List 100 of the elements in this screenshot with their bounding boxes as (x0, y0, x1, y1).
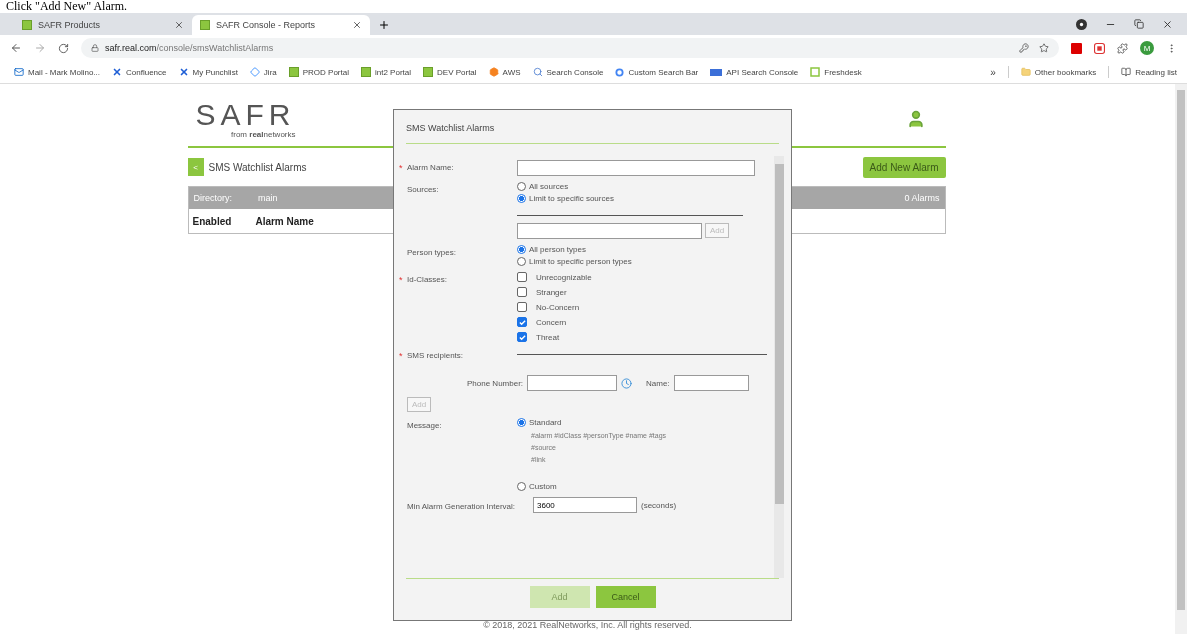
unit-label: (seconds) (641, 500, 677, 510)
profile-avatar[interactable]: M (1140, 41, 1154, 55)
dialog-title: SMS Watchlist Alarms (406, 110, 779, 144)
checkbox[interactable] (517, 272, 527, 282)
radio-button[interactable] (517, 482, 526, 491)
bookmark[interactable]: int2 Portal (361, 67, 411, 77)
bookmark[interactable]: Custom Search Bar (615, 67, 699, 77)
address-bar[interactable]: safr.real.com/console/smsWatchlistAlarms (81, 38, 1059, 58)
mail-icon (14, 67, 24, 77)
search-icon (532, 67, 543, 77)
lock-icon (91, 44, 99, 52)
add-new-alarm-button[interactable]: Add New Alarm (862, 156, 946, 178)
required-mark: * (399, 275, 404, 285)
column-header: Enabled (192, 215, 232, 227)
field-label: Min Alarm Generation Interval: (407, 502, 516, 511)
interval-field[interactable]: 3600 (533, 497, 637, 513)
checkbox[interactable] (517, 332, 527, 342)
copyright-text: © 2018, 2021 RealNetworks, Inc. All rights reserved. (483, 620, 692, 630)
star-icon[interactable] (1039, 43, 1049, 53)
field-label: Person types: (407, 248, 456, 257)
bookmark[interactable]: DEV Portal (423, 67, 477, 77)
favicon-icon (200, 20, 210, 30)
bookmark[interactable]: PROD Portal (288, 67, 349, 77)
field-label: Sources: (407, 185, 439, 194)
radio-button[interactable] (517, 182, 526, 191)
checkbox[interactable] (517, 302, 527, 312)
instruction-caption: Click "Add New" Alarm. (5, 0, 129, 13)
frame-icon (810, 67, 821, 77)
favicon-icon (22, 20, 32, 30)
cross-icon (112, 67, 122, 77)
field-label: Id-Classes: (407, 275, 447, 285)
logo-tagline: from realnetworks (231, 129, 296, 139)
record-icon[interactable] (1076, 18, 1087, 30)
page-title: SMS Watchlist Alarms (208, 161, 307, 173)
checkbox-option[interactable]: Stranger (517, 287, 592, 297)
radio-button[interactable] (517, 245, 526, 254)
bookmark[interactable]: My Punchlist (178, 67, 238, 77)
radio-option[interactable]: All person types (517, 245, 632, 254)
field-label: Alarm Name: (407, 163, 454, 173)
radio-option[interactable]: Custom (517, 482, 667, 491)
pdf-icon[interactable] (1071, 42, 1082, 54)
checkbox-option[interactable]: Concern (517, 317, 592, 327)
bookmark[interactable]: AWS (488, 67, 521, 77)
bookmark[interactable]: Search Console (532, 67, 604, 77)
name-field[interactable] (673, 375, 749, 391)
hexagon-icon (488, 67, 499, 77)
alarm-name-field[interactable] (517, 160, 755, 176)
bookmarks-overflow[interactable]: » (990, 66, 996, 78)
folder-icon (1020, 67, 1031, 77)
phone-number-field[interactable] (527, 375, 618, 391)
checkbox[interactable] (517, 317, 527, 327)
field-label: Phone Number: (467, 378, 524, 388)
reload-icon[interactable] (58, 42, 69, 54)
source-field[interactable] (517, 223, 702, 239)
checkbox-option[interactable]: Unrecognizable (517, 272, 592, 282)
radio-button[interactable] (517, 257, 526, 266)
alarm-count: 0 Alarms (904, 193, 940, 203)
field-label: SMS recipients: (407, 351, 464, 361)
cancel-button[interactable]: Cancel (595, 586, 656, 608)
radio-option[interactable]: Standard (517, 418, 667, 427)
close-icon[interactable] (174, 20, 184, 30)
dialog-scrollbar[interactable] (774, 156, 784, 578)
required-mark: * (399, 163, 404, 173)
bookmark[interactable]: Confluence (112, 67, 167, 77)
bookmark[interactable]: Mail - Mark Molino... (14, 67, 100, 77)
bookmark[interactable]: Freshdesk (810, 67, 862, 77)
bookmark[interactable]: Reading list (1121, 67, 1177, 77)
close-icon[interactable] (1162, 18, 1173, 30)
checkbox[interactable] (517, 287, 527, 297)
favicon-icon (288, 67, 299, 77)
page-scrollbar[interactable] (1175, 84, 1187, 634)
bookmark[interactable]: API Search Console (710, 67, 799, 77)
clock-icon (621, 377, 633, 389)
radio-option[interactable]: Limit to specific person types (517, 257, 632, 266)
safr-logo: SAFR (195, 99, 296, 130)
key-icon[interactable] (1019, 43, 1029, 53)
checkbox-option[interactable]: Threat (517, 332, 592, 342)
url-text: safr.real.com/console/smsWatchlistAlarms (105, 43, 274, 53)
new-tab-icon[interactable] (378, 19, 390, 31)
directory-label: Directory: (193, 193, 232, 203)
checkbox-option[interactable]: No-Concern (517, 302, 592, 312)
directory-value: main (258, 193, 278, 203)
bookmark[interactable]: Other bookmarks (1020, 67, 1097, 77)
close-icon[interactable] (352, 20, 362, 30)
screen-capture-icon[interactable] (1094, 42, 1105, 54)
radio-option[interactable]: All sources (517, 182, 614, 191)
radio-button[interactable] (517, 194, 526, 203)
radio-option[interactable]: Limit to specific sources (517, 194, 614, 203)
column-header: Alarm Name (255, 215, 314, 227)
favicon-icon (423, 67, 433, 77)
extensions-icon[interactable] (1117, 42, 1128, 54)
restore-icon[interactable] (1134, 19, 1144, 29)
favicon-icon (361, 67, 371, 77)
browser-tab[interactable]: SAFR Console - Reports (192, 15, 370, 35)
back-icon[interactable] (10, 42, 22, 54)
reading-list-icon (1121, 67, 1132, 77)
bookmark[interactable]: Jira (249, 67, 277, 77)
radio-button[interactable] (517, 418, 526, 427)
browser-tab[interactable]: SAFR Products (14, 15, 192, 35)
required-mark: * (399, 351, 404, 361)
